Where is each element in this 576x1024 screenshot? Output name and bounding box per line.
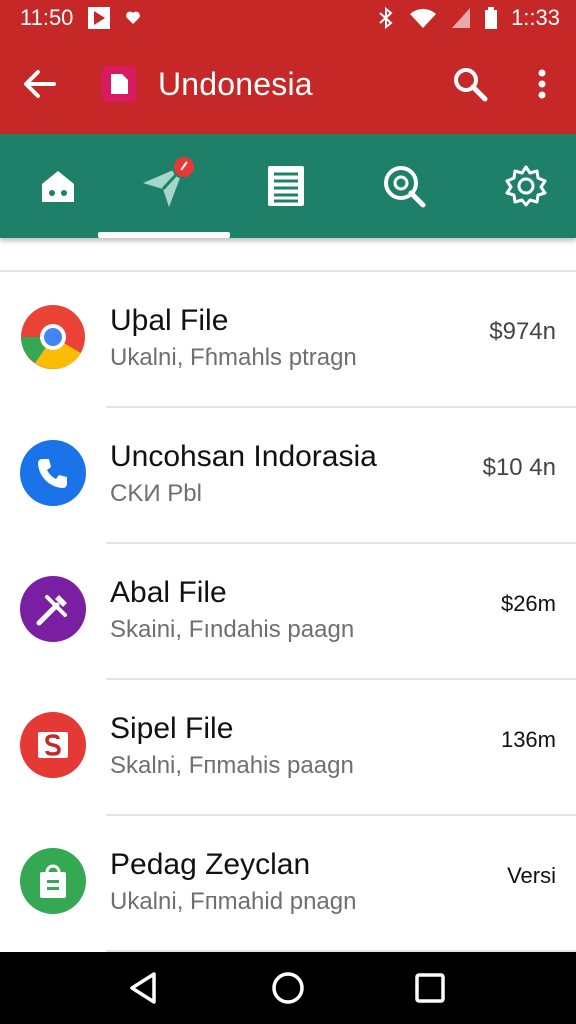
tab-search[interactable] bbox=[346, 134, 461, 238]
item-title: Uþal File bbox=[110, 304, 229, 337]
home-icon bbox=[40, 168, 76, 204]
list-item[interactable]: Sipel File Skalni, Fпmahis paagn 136m bbox=[20, 680, 576, 816]
list-item[interactable]: Abal File Skaini, Fındahis paagn $26m bbox=[20, 544, 576, 680]
system-nav-bar bbox=[0, 952, 576, 1024]
tab-home[interactable] bbox=[0, 134, 115, 238]
more-vert-icon[interactable] bbox=[528, 66, 556, 102]
item-subtitle: CKИ Pbl bbox=[110, 480, 202, 507]
chrome-icon bbox=[20, 304, 86, 370]
item-title: Pedag Zeyclan bbox=[110, 848, 311, 881]
item-subtitle: Skaini, Fındahis paagn bbox=[110, 616, 355, 643]
list-item[interactable]: Pedag Zeyclan Ukalni, Fпmahid pnagn Vers… bbox=[20, 816, 576, 952]
nav-home-icon[interactable] bbox=[270, 970, 306, 1006]
nav-back-icon[interactable] bbox=[126, 970, 162, 1006]
status-bar: 11:50 1::33 bbox=[0, 0, 576, 36]
item-size: 136m bbox=[500, 727, 556, 752]
tab-bar bbox=[0, 134, 576, 238]
settings-icon bbox=[505, 165, 547, 207]
item-subtitle: Ukalni, Fпmahid pnagn bbox=[110, 888, 357, 915]
list-item[interactable]: Uncohsan Indorasia CKИ Pbl $10 4n bbox=[20, 408, 576, 544]
wifi-icon bbox=[409, 7, 437, 29]
battery-icon bbox=[485, 7, 498, 29]
search-icon[interactable] bbox=[452, 66, 488, 102]
item-size: $974n bbox=[489, 318, 556, 345]
tab-documents[interactable] bbox=[228, 134, 343, 238]
item-version: Versi bbox=[507, 863, 556, 888]
tab-settings[interactable] bbox=[468, 134, 576, 238]
tab-indicator bbox=[98, 232, 230, 238]
item-size: $10 4n bbox=[482, 454, 556, 481]
heart-icon bbox=[125, 10, 141, 26]
app-title: Undonesia bbox=[158, 66, 313, 102]
item-title: Uncohsan Indorasia bbox=[110, 440, 377, 473]
notification-badge bbox=[172, 155, 196, 179]
tab-send[interactable] bbox=[106, 134, 221, 238]
back-arrow-icon[interactable] bbox=[22, 66, 58, 102]
tools-icon bbox=[20, 576, 86, 642]
app-icon bbox=[102, 66, 136, 102]
file-list: Uþal File Ukalni, Fɦmahls ptragn $974n U… bbox=[0, 272, 576, 952]
bluetooth-icon bbox=[377, 6, 395, 30]
status-time-left: 11:50 bbox=[20, 5, 74, 30]
phone-icon bbox=[20, 440, 86, 506]
status-time-right: 1::33 bbox=[511, 5, 560, 30]
shopping-bag-icon bbox=[20, 848, 86, 914]
item-title: Abal File bbox=[110, 576, 227, 609]
item-size: $26m bbox=[500, 591, 556, 616]
signal-icon bbox=[451, 7, 471, 29]
app-bar: Undonesia bbox=[0, 36, 576, 134]
item-subtitle: Skalni, Fпmahis paagn bbox=[110, 752, 354, 779]
item-title: Sipel File bbox=[110, 712, 234, 745]
s-app-icon bbox=[20, 712, 86, 778]
media-icon bbox=[87, 6, 111, 30]
item-subtitle: Ukalni, Fɦmahls ptragn bbox=[110, 344, 357, 371]
search-icon bbox=[382, 164, 426, 208]
document-icon bbox=[267, 166, 304, 206]
nav-recents-icon[interactable] bbox=[412, 970, 448, 1006]
list-item[interactable]: Uþal File Ukalni, Fɦmahls ptragn $974n bbox=[21, 272, 576, 408]
